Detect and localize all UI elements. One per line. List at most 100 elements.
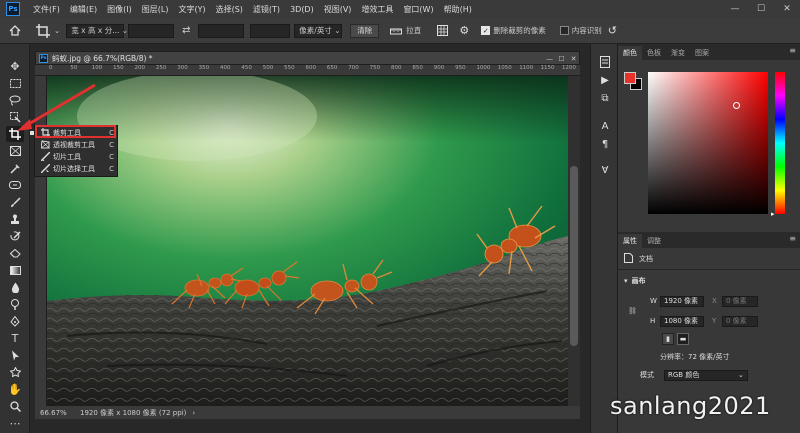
landscape-orientation-icon[interactable]: ▬ — [677, 333, 689, 345]
doc-close-button[interactable]: ✕ — [568, 53, 579, 64]
menu-layer[interactable]: 图层(L) — [137, 4, 174, 15]
tab-properties[interactable]: 属性 — [618, 234, 642, 248]
gradient-tool-icon[interactable] — [6, 262, 24, 278]
stamp-tool-icon[interactable] — [6, 211, 24, 227]
close-button[interactable]: ✕ — [774, 0, 800, 18]
resolution-input[interactable] — [250, 23, 291, 38]
mode-dropdown-icon[interactable]: ⌄ — [738, 371, 744, 379]
ruler-tick-label: 850 — [412, 65, 423, 71]
blur-tool-icon[interactable] — [6, 279, 24, 295]
zoom-level[interactable]: 66.67% — [40, 409, 76, 417]
menu-3d[interactable]: 3D(D) — [285, 5, 319, 14]
tab-color[interactable]: 颜色 — [618, 46, 642, 60]
image-canvas[interactable] — [47, 76, 568, 406]
history-panel-icon[interactable] — [596, 54, 614, 70]
eraser-tool-icon[interactable] — [6, 245, 24, 261]
tab-adjustments[interactable]: 调整 — [642, 234, 666, 248]
dodge-tool-icon[interactable] — [6, 296, 24, 312]
height-field[interactable]: 1080 像素 — [660, 315, 704, 327]
crop-tool-icon[interactable] — [6, 126, 24, 142]
foreground-color-swatch[interactable] — [624, 72, 636, 84]
menu-window[interactable]: 窗口(W) — [398, 4, 438, 15]
menu-view[interactable]: 视图(V) — [319, 4, 357, 15]
flyout-perspective-crop-tool[interactable]: 透视裁剪工具 C — [35, 139, 119, 151]
status-arrow-icon[interactable]: › — [192, 409, 195, 417]
delete-cropped-checkbox[interactable]: ✓ — [481, 26, 491, 35]
doc-ps-icon: Ps — [39, 54, 48, 63]
pen-tool-icon[interactable] — [6, 313, 24, 329]
maximize-button[interactable]: ☐ — [748, 0, 774, 18]
healing-brush-icon[interactable] — [6, 177, 24, 193]
hue-slider-handle[interactable]: ▸ — [771, 210, 775, 218]
reset-icon[interactable]: ↺ — [608, 24, 617, 37]
ruler-tick-label: 1200 — [561, 65, 576, 71]
width-ratio-input[interactable] — [128, 23, 175, 38]
tab-swatches[interactable]: 色板 — [642, 46, 666, 60]
mode-select[interactable]: RGB 颜色 — [664, 369, 748, 381]
doc-maximize-button[interactable]: ☐ — [556, 53, 567, 64]
hue-slider[interactable] — [775, 72, 785, 214]
resolution-text: 分辨率：72 像素/英寸 — [660, 353, 730, 361]
height-ratio-input[interactable] — [198, 23, 245, 38]
frame-tool-icon[interactable] — [6, 143, 24, 159]
ratio-select[interactable]: 宽 x 高 x 分... ⌄ — [66, 23, 128, 38]
vertical-scroll-thumb[interactable] — [570, 166, 578, 346]
tab-patterns[interactable]: 图案 — [690, 46, 714, 60]
shape-tool-icon[interactable] — [6, 364, 24, 380]
object-select-tool-icon[interactable] — [6, 109, 24, 125]
menu-file[interactable]: 文件(F) — [28, 4, 65, 15]
panel-menu-icon[interactable]: ≡ — [789, 46, 796, 55]
hand-tool-icon[interactable]: ✋ — [6, 381, 24, 397]
swap-icon[interactable]: ⇄ — [174, 25, 198, 36]
paragraph-panel-icon[interactable]: ¶ — [596, 136, 614, 152]
properties-menu-icon[interactable]: ≡ — [789, 234, 796, 243]
crop-tool-highlight-box — [35, 125, 116, 138]
options-bar: ⌄ 宽 x 高 x 分... ⌄ ⇄ 像素/英寸 ⌄ 清除 拉直 ⚙ ✓ 删除裁… — [0, 18, 800, 44]
lasso-tool-icon[interactable] — [6, 92, 24, 108]
home-icon[interactable] — [8, 24, 22, 38]
portrait-orientation-icon[interactable]: ▮ — [662, 333, 674, 345]
vertical-scrollbar[interactable] — [568, 76, 580, 406]
document-tab[interactable]: Ps 蚂蚁.jpg @ 66.7%(RGB/8) * — ☐ ✕ — [35, 51, 580, 65]
zoom-tool-icon[interactable] — [6, 398, 24, 414]
flyout-slice-select-tool[interactable]: 切片选择工具 C — [35, 162, 119, 175]
menu-filter[interactable]: 滤镜(T) — [248, 4, 285, 15]
menu-help[interactable]: 帮助(H) — [439, 4, 477, 15]
swatch-panel-icon[interactable]: ⧉ — [596, 90, 614, 106]
menu-edit[interactable]: 编辑(E) — [65, 4, 102, 15]
canvas-collapse-icon[interactable]: ▾ — [624, 277, 628, 285]
marquee-tool-icon[interactable] — [6, 75, 24, 91]
y-field[interactable]: 0 像素 — [722, 315, 758, 327]
tab-gradients[interactable]: 渐变 — [666, 46, 690, 60]
menu-select[interactable]: 选择(S) — [211, 4, 248, 15]
path-select-tool-icon[interactable] — [6, 347, 24, 363]
doc-minimize-button[interactable]: — — [544, 53, 555, 64]
type-tool-icon[interactable]: T — [6, 330, 24, 346]
menu-type[interactable]: 文字(Y) — [173, 4, 210, 15]
actions-panel-icon[interactable]: ▶ — [596, 72, 614, 88]
gear-icon[interactable]: ⚙ — [457, 24, 471, 38]
flyout-slice-tool[interactable]: 切片工具 C — [35, 150, 119, 163]
ruler-tick-label: 650 — [326, 65, 338, 71]
minimize-button[interactable]: — — [722, 0, 748, 18]
crop-preset-icon[interactable] — [32, 23, 54, 39]
app-logo: Ps — [6, 2, 20, 16]
eyedropper-tool-icon[interactable] — [6, 160, 24, 176]
grid-overlay-icon[interactable] — [435, 24, 449, 38]
more-tools-icon[interactable]: ⋯ — [6, 415, 24, 431]
glyphs-panel-icon[interactable]: Ɐ — [596, 162, 614, 178]
content-aware-checkbox[interactable] — [559, 26, 569, 35]
character-panel-icon[interactable]: A — [596, 118, 614, 134]
color-field[interactable] — [648, 72, 768, 214]
unit-select[interactable]: 像素/英寸 ⌄ — [294, 23, 343, 38]
clear-button[interactable]: 清除 — [350, 23, 380, 38]
straighten-label[interactable]: 拉直 — [406, 25, 421, 36]
history-brush-icon[interactable] — [6, 228, 24, 244]
color-field-cursor[interactable] — [733, 102, 740, 109]
move-tool-icon[interactable]: ✥ — [6, 58, 24, 74]
menu-image[interactable]: 图像(I) — [102, 4, 137, 15]
document-title: 蚂蚁.jpg @ 66.7%(RGB/8) * — [52, 53, 153, 63]
brush-tool-icon[interactable] — [6, 194, 24, 210]
menu-plugins[interactable]: 增效工具 — [356, 4, 398, 15]
straighten-icon[interactable] — [389, 24, 403, 38]
